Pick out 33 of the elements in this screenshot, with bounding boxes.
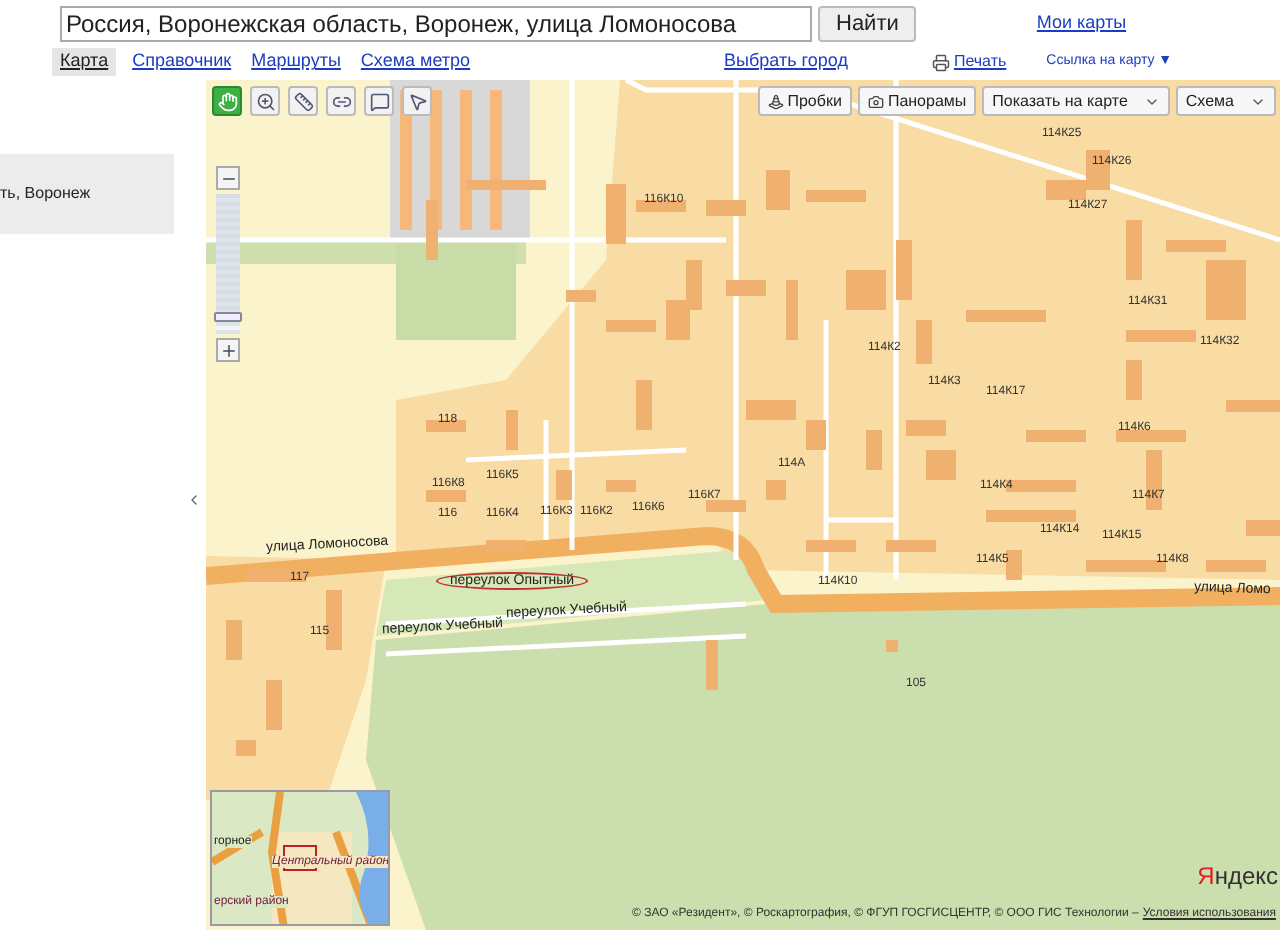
zoom-thumb[interactable] <box>214 311 242 321</box>
nav-tab[interactable]: Карта <box>52 48 117 76</box>
nav-tab[interactable]: Справочник <box>128 48 236 76</box>
dropdown-button[interactable]: Схема <box>1175 86 1276 116</box>
printer-icon <box>931 53 950 71</box>
map-tool-button[interactable] <box>326 86 356 116</box>
search-result-item[interactable]: ть, Воронеж <box>0 154 174 234</box>
collapse-icon[interactable] <box>186 490 202 510</box>
ruler-icon <box>293 91 313 111</box>
zoom-icon <box>255 91 275 111</box>
choose-city-link[interactable]: Выбрать город <box>724 48 848 76</box>
logo: Яндекс <box>1197 864 1278 888</box>
link-icon <box>331 91 351 111</box>
zoom-out-button[interactable] <box>216 166 240 190</box>
map-tool-button[interactable] <box>288 86 318 116</box>
my-maps-link[interactable]: Мои карты <box>1036 10 1127 38</box>
nav-tab[interactable]: Схема метро <box>356 48 475 76</box>
nav-tab[interactable]: Маршруты <box>247 48 345 76</box>
plus-icon <box>219 341 237 359</box>
layer-toggle-button[interactable]: Пробки <box>757 86 852 116</box>
dropdown-button[interactable]: Показать на карте <box>982 86 1170 116</box>
map-tool-button[interactable] <box>250 86 280 116</box>
cursor-icon <box>407 91 427 111</box>
print-link[interactable]: Печать <box>953 50 1007 74</box>
camera-icon <box>867 93 884 109</box>
zoom-in-button[interactable] <box>216 338 240 362</box>
map-tool-button[interactable] <box>212 86 242 116</box>
speech-bubble-icon <box>369 91 389 111</box>
map-tool-button[interactable] <box>364 86 394 116</box>
search-button[interactable]: Найти <box>818 6 917 42</box>
layer-toggle-button[interactable]: Панорамы <box>857 86 977 116</box>
hand-icon <box>217 91 237 111</box>
map-tool-button[interactable] <box>402 86 432 116</box>
